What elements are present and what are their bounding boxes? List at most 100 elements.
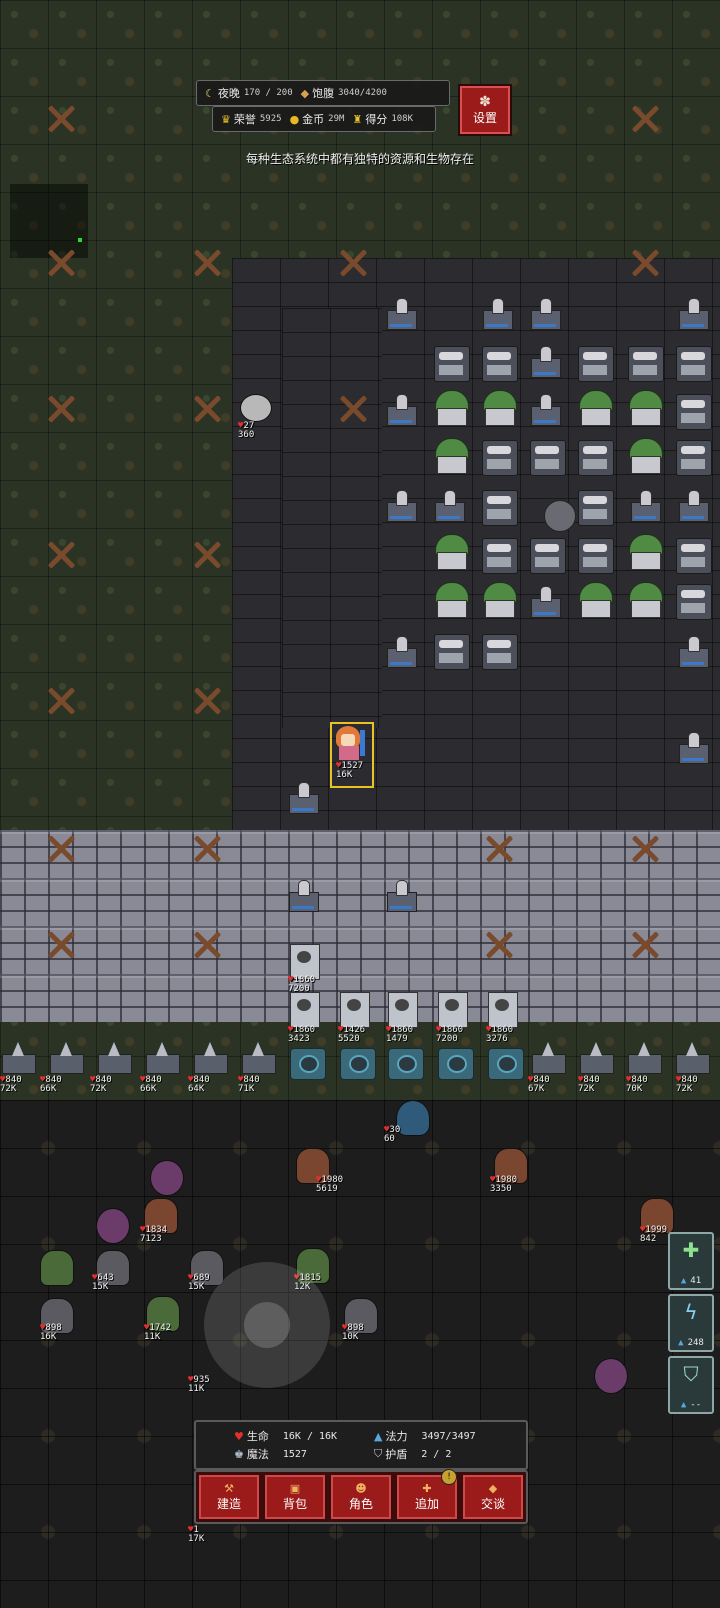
mage-icon: ♚ xyxy=(234,1447,244,1461)
turret[interactable] xyxy=(528,344,562,378)
turret[interactable] xyxy=(286,780,320,814)
build-button[interactable]: ⚒ 建造 xyxy=(199,1475,259,1519)
plant-creature[interactable] xyxy=(96,1208,130,1244)
spike-fence[interactable] xyxy=(626,1042,662,1074)
tower-unit[interactable] xyxy=(488,992,518,1028)
turret[interactable] xyxy=(628,488,662,522)
machine[interactable] xyxy=(578,440,614,476)
machine[interactable] xyxy=(676,584,712,620)
machine[interactable] xyxy=(530,440,566,476)
backpack-icon: ▣ xyxy=(289,1481,301,1495)
resource-bar: ♛ 荣誉 5925 ● 金币 29M ♜ 得分 108K xyxy=(212,106,436,132)
machine[interactable] xyxy=(676,440,712,476)
wood-barricade xyxy=(44,538,78,572)
monster-label: ♥1980 5619 xyxy=(316,1175,344,1194)
spike-fence[interactable] xyxy=(674,1042,710,1074)
ghost-creature[interactable] xyxy=(396,1100,430,1136)
plant-creature[interactable] xyxy=(150,1160,184,1196)
machine[interactable] xyxy=(530,538,566,574)
machine[interactable] xyxy=(578,538,614,574)
turret[interactable] xyxy=(384,296,418,330)
generator[interactable] xyxy=(290,1048,326,1080)
dome-building[interactable] xyxy=(482,390,517,426)
dome-building[interactable] xyxy=(578,582,613,618)
turret[interactable] xyxy=(432,488,466,522)
generator[interactable] xyxy=(438,1048,474,1080)
machine[interactable] xyxy=(676,538,712,574)
machine[interactable] xyxy=(578,346,614,382)
spike-fence[interactable] xyxy=(578,1042,614,1074)
turret[interactable] xyxy=(384,634,418,668)
turret[interactable] xyxy=(384,878,418,912)
spike-fence[interactable] xyxy=(48,1042,84,1074)
machine[interactable] xyxy=(482,634,518,670)
machine[interactable] xyxy=(482,490,518,526)
player-character[interactable]: ♥1527 16K xyxy=(330,722,374,788)
append-button[interactable]: ✚ 追加 ! xyxy=(397,1469,457,1519)
turret[interactable] xyxy=(528,584,562,618)
machine[interactable] xyxy=(482,538,518,574)
spike-label: ♥840 71K xyxy=(238,1075,260,1094)
tower-unit[interactable] xyxy=(290,992,320,1028)
skill-heal-button[interactable]: ✚ ▲ 41 xyxy=(668,1232,714,1290)
machine[interactable] xyxy=(578,490,614,526)
machine[interactable] xyxy=(434,634,470,670)
backpack-button[interactable]: ▣ 背包 xyxy=(265,1475,325,1519)
hp-stat: ♥ 生命 16K / 16K xyxy=(234,1429,338,1444)
turret[interactable] xyxy=(480,296,514,330)
skill-lightning-button[interactable]: ϟ ▲ 248 xyxy=(668,1294,714,1352)
spike-fence[interactable] xyxy=(240,1042,276,1074)
dome-building[interactable] xyxy=(628,390,663,426)
spike-fence[interactable] xyxy=(96,1042,132,1074)
tower-label: ♥1860 1479 xyxy=(386,1025,414,1044)
machine[interactable] xyxy=(482,440,518,476)
machine[interactable] xyxy=(676,394,712,430)
turret[interactable] xyxy=(528,392,562,426)
machine[interactable] xyxy=(482,346,518,382)
generator[interactable] xyxy=(340,1048,376,1080)
tower-unit[interactable] xyxy=(388,992,418,1028)
turret[interactable] xyxy=(676,634,710,668)
spike-fence[interactable] xyxy=(192,1042,228,1074)
dome-building[interactable] xyxy=(434,534,469,570)
dome-building[interactable] xyxy=(434,438,469,474)
spike-fence[interactable] xyxy=(530,1042,566,1074)
joystick-knob[interactable] xyxy=(244,1302,290,1348)
generator[interactable] xyxy=(388,1048,424,1080)
machine[interactable] xyxy=(434,346,470,382)
skill-shield-button[interactable]: ⛉ ▲ -- xyxy=(668,1356,714,1414)
turret[interactable] xyxy=(676,296,710,330)
spike-fence[interactable] xyxy=(0,1042,36,1074)
character-button[interactable]: ☻ 角色 xyxy=(331,1475,391,1519)
wolf-creature[interactable] xyxy=(240,394,272,422)
dome-building[interactable] xyxy=(628,438,663,474)
plant-creature[interactable] xyxy=(594,1358,628,1394)
machine[interactable] xyxy=(628,346,664,382)
speech-icon: ◆ xyxy=(488,1481,498,1495)
gorilla-creature[interactable] xyxy=(40,1250,74,1286)
generator[interactable] xyxy=(488,1048,524,1080)
meat-icon: ◆ xyxy=(300,86,310,100)
dome-building[interactable] xyxy=(578,390,613,426)
turret[interactable] xyxy=(676,488,710,522)
dome-building[interactable] xyxy=(628,534,663,570)
tower-unit[interactable] xyxy=(438,992,468,1028)
dome-building[interactable] xyxy=(434,390,469,426)
game-map[interactable]: ♥27 360 ♥1527 16K ♥1860 7200 ♥1860 3423 ♥142… xyxy=(0,0,720,1608)
dome-building[interactable] xyxy=(434,582,469,618)
turret[interactable] xyxy=(384,488,418,522)
dome-building[interactable] xyxy=(628,582,663,618)
machine[interactable] xyxy=(676,346,712,382)
settings-button[interactable]: ✽ 设置 xyxy=(460,86,510,134)
virtual-joystick[interactable] xyxy=(204,1262,330,1388)
bear-creature[interactable] xyxy=(544,500,576,532)
dome-building[interactable] xyxy=(482,582,517,618)
spike-fence[interactable] xyxy=(144,1042,180,1074)
turret[interactable] xyxy=(384,392,418,426)
talk-button[interactable]: ◆ 交谈 xyxy=(463,1475,523,1519)
turret[interactable] xyxy=(286,878,320,912)
spike-label: ♥840 67K xyxy=(528,1075,550,1094)
turret[interactable] xyxy=(676,730,710,764)
turret[interactable] xyxy=(528,296,562,330)
tower-unit[interactable] xyxy=(340,992,370,1028)
